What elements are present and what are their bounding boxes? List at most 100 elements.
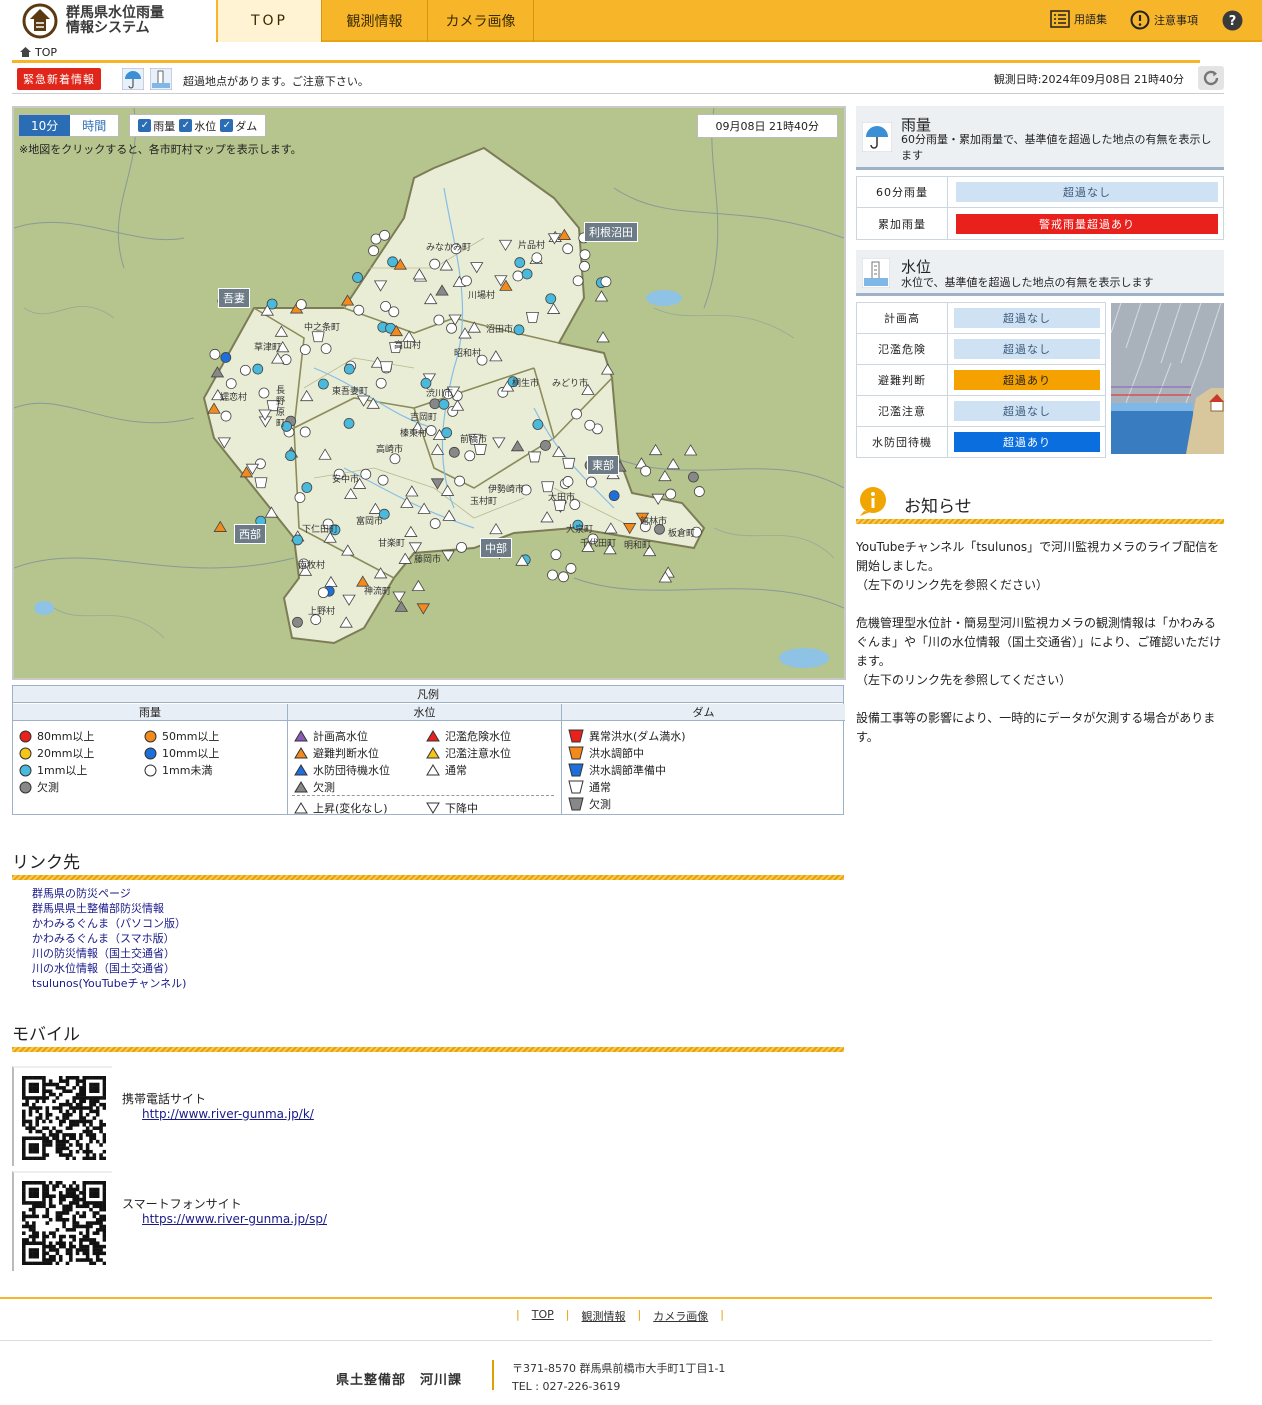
rain-station-marker[interactable] bbox=[343, 363, 355, 375]
rain-row-status[interactable]: 警戒雨量超過あり bbox=[956, 213, 1218, 234]
water-row-status[interactable]: 超過なし bbox=[954, 308, 1100, 328]
rain-station-marker[interactable] bbox=[512, 270, 524, 282]
layer-rain-checkbox[interactable]: ✓ 雨量 bbox=[138, 118, 175, 134]
rain-station-marker[interactable] bbox=[547, 569, 558, 581]
dam-station-marker[interactable] bbox=[473, 444, 487, 455]
link-item[interactable]: 川の防災情報（国土交通省） bbox=[32, 946, 186, 961]
muni-label[interactable]: 玉村町 bbox=[470, 494, 497, 507]
refresh-button[interactable] bbox=[1198, 66, 1224, 90]
water-station-marker[interactable] bbox=[430, 443, 445, 455]
rain-station-marker[interactable] bbox=[352, 272, 363, 283]
rain-station-marker[interactable] bbox=[693, 486, 705, 497]
rain-station-marker[interactable] bbox=[292, 534, 303, 546]
muni-label[interactable]: 草津町 bbox=[254, 340, 281, 353]
notes-link[interactable]: 注意事項 bbox=[1130, 10, 1198, 30]
smart-site-link[interactable]: https://www.river-gunma.jp/sp/ bbox=[142, 1212, 327, 1226]
muni-label[interactable]: 渋川市 bbox=[426, 386, 453, 399]
dam-station-marker[interactable] bbox=[254, 477, 268, 489]
muni-label[interactable]: 千代田町 bbox=[580, 536, 616, 549]
water-station-marker[interactable] bbox=[683, 444, 698, 456]
rain-station-marker[interactable] bbox=[579, 260, 590, 272]
rain-station-marker[interactable] bbox=[292, 616, 303, 628]
rain-station-marker[interactable] bbox=[425, 425, 437, 436]
link-item[interactable]: かわみるぐんま（スマホ版） bbox=[32, 931, 186, 946]
help-button[interactable]: ? bbox=[1222, 10, 1247, 31]
mode-10min-button[interactable]: 10分 bbox=[19, 115, 71, 136]
water-row-status[interactable]: 超過あり bbox=[954, 432, 1100, 452]
breadcrumb-top[interactable]: TOP bbox=[35, 46, 57, 59]
muni-label[interactable]: 片品村 bbox=[518, 238, 545, 251]
rain-station-marker[interactable] bbox=[532, 419, 544, 430]
muni-label[interactable]: 昭和村 bbox=[454, 346, 481, 359]
muni-label[interactable]: 神流町 bbox=[364, 584, 391, 597]
water-station-marker[interactable] bbox=[470, 262, 484, 274]
rain-station-marker[interactable] bbox=[461, 275, 472, 287]
water-station-marker[interactable] bbox=[450, 399, 465, 411]
rain-station-marker[interactable] bbox=[433, 314, 445, 326]
rain-station-marker[interactable] bbox=[375, 377, 387, 389]
water-station-marker[interactable] bbox=[210, 366, 225, 378]
rain-station-marker[interactable] bbox=[513, 324, 525, 336]
rain-station-marker[interactable] bbox=[343, 417, 355, 429]
water-station-marker[interactable] bbox=[392, 591, 406, 603]
nav-tab-observation[interactable]: 観測情報 bbox=[322, 0, 428, 42]
rain-station-marker[interactable] bbox=[579, 249, 591, 261]
muni-label[interactable]: みなかみ町 bbox=[426, 240, 471, 253]
water-station-marker[interactable] bbox=[213, 520, 227, 532]
muni-label[interactable]: 沼田市 bbox=[486, 322, 513, 335]
muni-label[interactable]: 藤岡市 bbox=[414, 552, 441, 565]
water-station-marker[interactable] bbox=[658, 469, 672, 482]
water-station-marker[interactable] bbox=[341, 544, 355, 556]
rain-station-marker[interactable] bbox=[456, 541, 467, 553]
water-station-marker[interactable] bbox=[274, 325, 289, 337]
rain-row-status[interactable]: 超過なし bbox=[956, 182, 1218, 202]
rain-station-marker[interactable] bbox=[540, 440, 551, 451]
water-station-marker[interactable] bbox=[404, 525, 418, 537]
muni-label[interactable]: 川場村 bbox=[468, 288, 495, 301]
water-level-icon[interactable] bbox=[150, 68, 172, 90]
water-station-marker[interactable] bbox=[412, 268, 427, 280]
rain-station-marker[interactable] bbox=[295, 299, 307, 310]
water-station-marker[interactable] bbox=[441, 550, 455, 562]
rain-station-marker[interactable] bbox=[688, 471, 699, 483]
footer-link-top[interactable]: TOP bbox=[532, 1308, 554, 1324]
phone-site-link[interactable]: http://www.river-gunma.jp/k/ bbox=[142, 1107, 314, 1121]
layer-dam-checkbox[interactable]: ✓ ダム bbox=[220, 118, 257, 134]
rain-station-marker[interactable] bbox=[294, 492, 306, 504]
water-station-marker[interactable] bbox=[467, 321, 482, 333]
water-station-marker[interactable] bbox=[439, 259, 454, 271]
link-item[interactable]: かわみるぐんま（パソコン版） bbox=[32, 916, 186, 931]
rain-station-marker[interactable] bbox=[429, 518, 441, 529]
rain-station-marker[interactable] bbox=[285, 450, 297, 462]
water-station-marker[interactable] bbox=[648, 443, 663, 456]
muni-label[interactable]: 甘楽町 bbox=[378, 536, 405, 549]
rain-station-marker[interactable] bbox=[521, 268, 533, 280]
muni-label[interactable]: 吉岡町 bbox=[410, 410, 437, 423]
rain-station-marker[interactable] bbox=[585, 476, 597, 488]
water-station-marker[interactable] bbox=[489, 350, 503, 362]
rain-station-marker[interactable] bbox=[258, 387, 270, 399]
muni-label[interactable]: 高山村 bbox=[394, 338, 421, 351]
water-station-marker[interactable] bbox=[217, 437, 231, 449]
region-central[interactable]: 中部 bbox=[480, 538, 512, 558]
rain-station-marker[interactable] bbox=[320, 343, 332, 354]
rain-station-marker[interactable] bbox=[572, 275, 584, 287]
water-station-marker[interactable] bbox=[489, 522, 503, 535]
water-station-marker[interactable] bbox=[498, 239, 513, 252]
prefecture-map[interactable]: 10分 時間 ✓ 雨量 ✓ 水位 ✓ ダム 09月08日 21時40分 ※地図をクリッ… bbox=[12, 106, 846, 680]
rain-station-marker[interactable] bbox=[550, 549, 562, 561]
dam-station-marker[interactable] bbox=[311, 331, 325, 343]
water-station-marker[interactable] bbox=[411, 579, 426, 592]
rain-station-marker[interactable] bbox=[317, 378, 329, 390]
water-station-marker[interactable] bbox=[339, 616, 353, 628]
dam-station-marker[interactable] bbox=[525, 311, 539, 323]
nav-tab-camera[interactable]: カメラ画像 bbox=[428, 0, 534, 42]
water-station-marker[interactable] bbox=[604, 522, 618, 534]
muni-label[interactable]: 高崎市 bbox=[376, 442, 403, 455]
muni-label[interactable]: 長野原町 bbox=[276, 386, 286, 430]
link-item[interactable]: 川の水位情報（国土交通省） bbox=[32, 961, 186, 976]
rain-station-marker[interactable] bbox=[600, 276, 612, 288]
muni-label[interactable]: 榛東村 bbox=[400, 426, 427, 439]
link-item[interactable]: 群馬県県土整備部防災情報 bbox=[32, 901, 186, 916]
water-station-marker[interactable] bbox=[594, 290, 609, 302]
